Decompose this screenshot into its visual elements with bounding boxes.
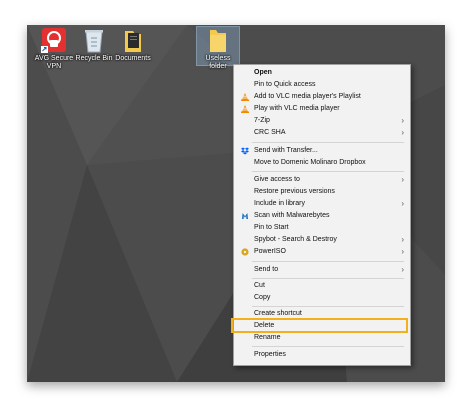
menu-item-give-access[interactable]: Give access to ›	[234, 174, 410, 186]
submenu-arrow-icon: ›	[401, 247, 404, 256]
menu-item-label: Play with VLC media player	[254, 105, 340, 112]
menu-item-pin-quick-access[interactable]: Pin to Quick access	[234, 79, 410, 91]
menu-item-open[interactable]: Open	[234, 67, 410, 79]
submenu-arrow-icon: ›	[401, 199, 404, 208]
menu-item-label: PowerISO	[254, 248, 286, 255]
malwarebytes-icon	[242, 213, 248, 219]
vlc-cone-icon	[241, 93, 249, 101]
menu-separator	[252, 278, 404, 279]
menu-item-7zip[interactable]: 7-Zip ›	[234, 115, 410, 127]
menu-item-label: Open	[254, 69, 272, 76]
documents-folder-icon	[125, 31, 141, 52]
submenu-arrow-icon: ›	[401, 128, 404, 137]
menu-item-scan-malwarebytes[interactable]: Scan with Malwarebytes	[234, 210, 410, 222]
submenu-arrow-icon: ›	[401, 116, 404, 125]
menu-item-label: CRC SHA	[254, 129, 286, 136]
menu-item-label: Scan with Malwarebytes	[254, 212, 330, 219]
menu-item-label: Give access to	[254, 176, 300, 183]
menu-item-label: Copy	[254, 294, 271, 301]
menu-item-spybot[interactable]: Spybot - Search & Destroy ›	[234, 234, 410, 246]
menu-separator	[252, 261, 404, 262]
dropbox-icon	[241, 147, 249, 155]
submenu-arrow-icon: ›	[401, 235, 404, 244]
menu-item-copy[interactable]: Copy	[234, 292, 410, 304]
menu-item-label: 7-Zip	[254, 117, 270, 124]
menu-item-label: Properties	[254, 351, 286, 358]
menu-item-label: Rename	[254, 334, 281, 341]
menu-item-label: Pin to Quick access	[254, 81, 316, 88]
menu-item-poweriso[interactable]: PowerISO ›	[234, 246, 410, 258]
menu-item-move-to-dropbox[interactable]: Move to Domenic Molinaro Dropbox	[234, 157, 410, 169]
menu-item-label: Add to VLC media player's Playlist	[254, 93, 361, 100]
menu-item-label: Include in library	[254, 200, 305, 207]
menu-item-label: Pin to Start	[254, 224, 289, 231]
desktop-icon-label: Documents	[115, 55, 151, 62]
menu-item-cut[interactable]: Cut	[234, 280, 410, 292]
menu-item-play-vlc[interactable]: Play with VLC media player	[234, 103, 410, 115]
menu-separator	[252, 306, 404, 307]
menu-item-send-to[interactable]: Send to ›	[234, 264, 410, 276]
vlc-cone-icon	[241, 105, 249, 113]
menu-item-send-with-transfer[interactable]: Send with Transfer...	[234, 145, 410, 157]
useless-folder-shortcut[interactable]: Useless folder	[196, 26, 240, 70]
recycle-bin-icon	[85, 30, 103, 53]
menu-item-rename[interactable]: Rename	[234, 332, 410, 344]
menu-item-label: Send to	[254, 266, 279, 273]
documents-shortcut[interactable]: Documents	[106, 27, 160, 63]
menu-item-label: Send with Transfer...	[254, 147, 318, 154]
submenu-arrow-icon: ›	[401, 265, 404, 274]
menu-item-crc-sha[interactable]: CRC SHA ›	[234, 127, 410, 139]
menu-item-restore-versions[interactable]: Restore previous versions	[234, 186, 410, 198]
menu-item-include-library[interactable]: Include in library ›	[234, 198, 410, 210]
menu-item-add-vlc-playlist[interactable]: Add to VLC media player's Playlist	[234, 91, 410, 103]
menu-item-label: Spybot - Search & Destroy	[254, 236, 337, 243]
avg-vpn-icon	[41, 28, 66, 53]
menu-item-label: Restore previous versions	[254, 188, 335, 195]
poweriso-icon	[241, 248, 249, 256]
menu-separator	[252, 346, 404, 347]
folder-icon	[210, 30, 226, 52]
menu-item-label: Move to Domenic Molinaro Dropbox	[254, 159, 366, 166]
menu-item-pin-to-start[interactable]: Pin to Start	[234, 222, 410, 234]
menu-separator	[252, 171, 404, 172]
delete-highlight-box	[231, 318, 408, 333]
menu-item-label: Cut	[254, 282, 265, 289]
submenu-arrow-icon: ›	[401, 175, 404, 184]
menu-separator	[252, 142, 404, 143]
menu-item-properties[interactable]: Properties	[234, 349, 410, 361]
